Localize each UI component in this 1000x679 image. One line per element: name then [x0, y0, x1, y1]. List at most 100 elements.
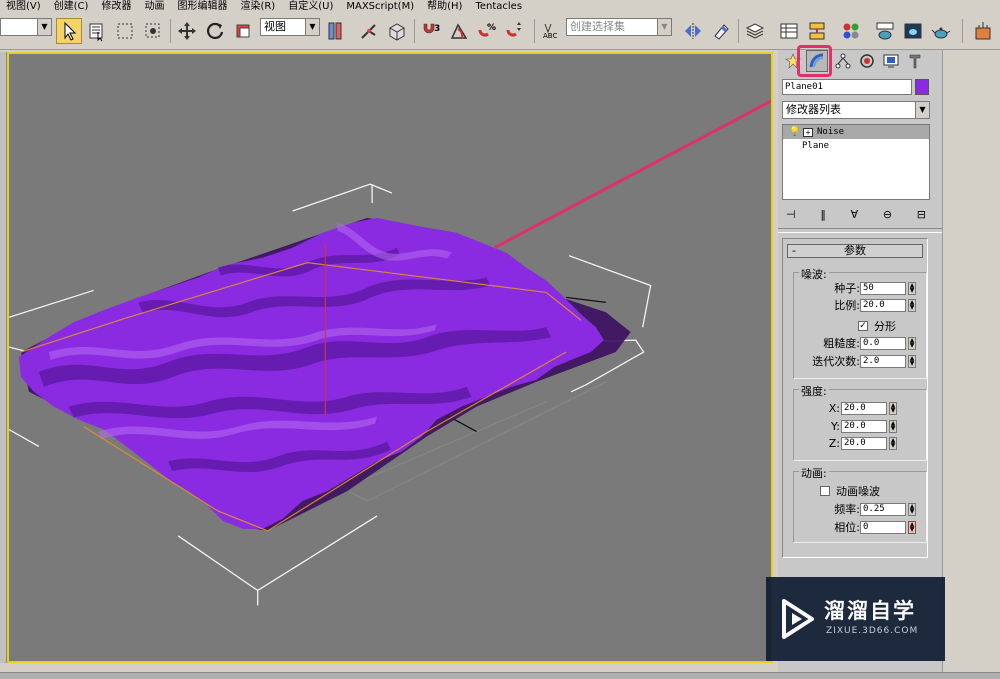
- frequency-input[interactable]: 0.25: [860, 503, 906, 516]
- rect-selection-button[interactable]: [112, 18, 138, 44]
- strength-z-row: Z: 20.0 ▲ ▼: [794, 437, 928, 451]
- make-unique-icon[interactable]: ∀: [851, 208, 859, 221]
- show-end-result-icon[interactable]: ‖: [820, 208, 826, 221]
- strength-x-input[interactable]: 20.0: [841, 402, 887, 415]
- scale-input[interactable]: 20.0: [860, 299, 906, 312]
- object-name-field[interactable]: Plane01: [782, 79, 912, 95]
- material-editor-button[interactable]: [838, 18, 864, 44]
- utility-extra-button[interactable]: [970, 18, 996, 44]
- layer-manager-button[interactable]: [742, 18, 768, 44]
- percent-snap-button[interactable]: %: [474, 18, 500, 44]
- rotate-button[interactable]: [202, 18, 228, 44]
- undo-history-dropdown[interactable]: ▼: [0, 18, 52, 36]
- strength-x-spinner[interactable]: ▲ ▼: [889, 402, 897, 415]
- window-crossing-icon: [145, 23, 160, 38]
- right-dock: [942, 50, 1000, 679]
- roughness-spinner[interactable]: ▲ ▼: [908, 337, 916, 350]
- strength-z-input[interactable]: 20.0: [841, 437, 887, 450]
- named-selection-set-dropdown[interactable]: 创建选择集 ▼: [566, 18, 672, 36]
- phase-spinner[interactable]: ▲ ▼: [908, 521, 916, 534]
- rendered-frame-window-button[interactable]: [900, 18, 926, 44]
- manipulate-icon: [361, 24, 376, 39]
- pivot-center-button[interactable]: [322, 18, 348, 44]
- strength-x-row: X: 20.0 ▲ ▼: [794, 402, 928, 416]
- rect-selection-icon: [117, 23, 133, 39]
- scale-label: 比例:: [834, 299, 860, 312]
- menu-animation[interactable]: 动画: [138, 0, 171, 13]
- modifier-list-dropdown[interactable]: 修改器列表 ▼: [782, 101, 930, 119]
- tab-motion[interactable]: [856, 50, 878, 72]
- tab-hierarchy[interactable]: [832, 50, 854, 72]
- strength-z-label: Z:: [828, 437, 840, 450]
- scale-button[interactable]: [230, 18, 256, 44]
- menu-customize[interactable]: 自定义(U): [282, 0, 340, 13]
- fractal-label: 分形: [874, 320, 896, 333]
- menu-graph-editors[interactable]: 图形编辑器: [171, 0, 234, 13]
- roughness-row: 粗糙度: 0.0 ▲ ▼: [794, 337, 928, 351]
- viewport-left-strip: [0, 52, 7, 663]
- roughness-input[interactable]: 0.0: [860, 337, 906, 350]
- animation-group-title: 动画:: [799, 465, 829, 481]
- hierarchy-icon: [835, 53, 851, 69]
- strength-y-spinner[interactable]: ▲ ▼: [889, 420, 897, 433]
- schematic-view-button[interactable]: [804, 18, 830, 44]
- snap-3d-button[interactable]: 3: [418, 18, 444, 44]
- keyboard-shortcut-button[interactable]: [384, 18, 410, 44]
- abc-icon: ABC: [543, 23, 557, 40]
- menu-create[interactable]: 创建(C): [48, 0, 96, 13]
- tab-display[interactable]: [880, 50, 902, 72]
- render-setup-button[interactable]: [872, 18, 898, 44]
- select-manipulate-button[interactable]: [356, 18, 382, 44]
- perspective-viewport[interactable]: [7, 52, 800, 663]
- iterations-label: 迭代次数:: [812, 355, 860, 368]
- remove-modifier-icon[interactable]: ⊖: [883, 208, 892, 221]
- angle-snap-button[interactable]: [446, 18, 472, 44]
- stack-item-noise[interactable]: 💡 + Noise: [783, 125, 929, 139]
- seed-label: 种子:: [834, 282, 860, 295]
- scale-spinner[interactable]: ▲ ▼: [908, 299, 916, 312]
- select-by-name-button[interactable]: [84, 18, 110, 44]
- tab-utilities[interactable]: [904, 50, 926, 72]
- select-object-button[interactable]: [56, 18, 82, 44]
- frequency-spinner[interactable]: ▲ ▼: [908, 503, 916, 516]
- reference-coord-dropdown[interactable]: 视图 ▼: [260, 18, 320, 36]
- menu-modifiers[interactable]: 修改器: [95, 0, 138, 13]
- frequency-row: 频率: 0.25 ▲ ▼: [794, 503, 928, 517]
- window-crossing-button[interactable]: [140, 18, 166, 44]
- iterations-input[interactable]: 2.0: [860, 355, 906, 368]
- move-button[interactable]: [174, 18, 200, 44]
- menu-view[interactable]: 视图(V): [0, 0, 48, 13]
- pivot-icon: [328, 22, 342, 40]
- strength-y-input[interactable]: 20.0: [841, 420, 887, 433]
- animate-noise-checkbox[interactable]: [820, 486, 830, 496]
- edit-named-selection-button[interactable]: ABC: [538, 18, 564, 44]
- strength-y-row: Y: 20.0 ▲ ▼: [794, 420, 928, 434]
- pin-stack-icon[interactable]: ⊣: [786, 208, 796, 221]
- teapot-icon: [931, 27, 951, 39]
- seed-spinner[interactable]: ▲ ▼: [908, 282, 916, 295]
- fractal-checkbox[interactable]: ✓: [858, 321, 868, 331]
- roughness-label: 粗糙度:: [823, 337, 860, 350]
- seed-input[interactable]: 50: [860, 282, 906, 295]
- phase-input[interactable]: 0: [860, 521, 906, 534]
- mirror-button[interactable]: [680, 18, 706, 44]
- menu-help[interactable]: 帮助(H): [421, 0, 469, 13]
- strength-z-spinner[interactable]: ▲ ▼: [889, 437, 897, 450]
- rollout-header[interactable]: - 参数: [787, 244, 923, 258]
- expand-plus-icon[interactable]: +: [803, 127, 813, 137]
- iterations-spinner[interactable]: ▲ ▼: [908, 355, 916, 368]
- menu-tentacles[interactable]: Tentacles: [469, 0, 529, 13]
- stack-item-plane[interactable]: Plane: [783, 139, 929, 153]
- viewport-canvas[interactable]: [8, 54, 800, 661]
- align-button[interactable]: [708, 18, 734, 44]
- track-view-button[interactable]: [776, 18, 802, 44]
- configure-sets-icon[interactable]: ⊟: [917, 208, 926, 221]
- magnet-3-icon: 3: [423, 23, 440, 34]
- menu-maxscript[interactable]: MAXScript(M): [340, 0, 421, 13]
- object-color-swatch[interactable]: [915, 79, 929, 95]
- bulb-icon[interactable]: 💡: [789, 125, 801, 139]
- svg-text:ABC: ABC: [543, 32, 557, 40]
- menu-rendering[interactable]: 渲染(R): [234, 0, 282, 13]
- spinner-snap-button[interactable]: [502, 18, 528, 44]
- quick-render-button[interactable]: [928, 18, 954, 44]
